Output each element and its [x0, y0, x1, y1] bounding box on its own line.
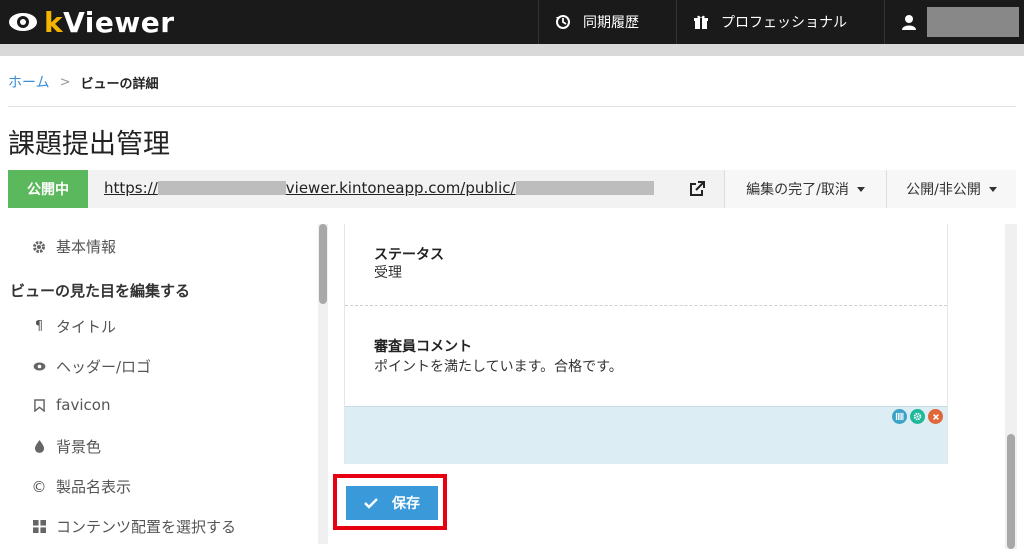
sidebar-item-label: コンテンツ配置を選択する — [56, 518, 237, 536]
save-button-label: 保存 — [392, 496, 420, 512]
sidebar-item-background-color[interactable]: 背景色 — [32, 436, 101, 457]
nav-professional[interactable]: プロフェッショナル — [676, 0, 884, 44]
sidebar-item-label: ヘッダー/ロゴ — [56, 358, 152, 376]
url-redacted-id — [515, 181, 654, 195]
sidebar-item-basic-info[interactable]: 基本情報 — [32, 236, 116, 257]
columns-icon[interactable] — [892, 409, 907, 424]
breadcrumb-divider — [8, 106, 1016, 107]
sidebar-item-label: 背景色 — [56, 438, 102, 456]
nav-sync-history[interactable]: 同期履歴 — [538, 0, 676, 44]
url-middle: viewer.kintoneapp.com/public/ — [285, 179, 516, 197]
sidebar-item-title[interactable]: ¶ タイトル — [32, 316, 116, 337]
breadcrumb-current: ビューの詳細 — [80, 76, 159, 92]
drop-icon — [32, 440, 46, 454]
sidebar-item-label: favicon — [56, 396, 111, 414]
sidebar-item-label: 基本情報 — [56, 238, 117, 256]
nav-divider-bar — [0, 44, 1024, 56]
edit-dropdown-label: 編集の完了/取消 — [746, 182, 849, 198]
sidebar-scrollbar-thumb[interactable] — [319, 224, 327, 304]
copyright-icon: © — [31, 477, 47, 496]
sidebar-item-product-name[interactable]: © 製品名表示 — [31, 476, 132, 497]
settings-sidebar: 基本情報 ビューの見た目を編集する ¶ タイトル ヘッダー/ロゴ favicon… — [0, 224, 318, 549]
breadcrumb-home-link[interactable]: ホーム — [8, 72, 50, 92]
gift-icon — [694, 15, 708, 29]
field-value: 受理 — [374, 265, 402, 281]
url-prefix: https:// — [104, 179, 158, 197]
caret-down-icon — [988, 186, 997, 192]
field-judge-comment[interactable]: 審査員コメント ポイントを満たしています。合格です。 — [345, 306, 947, 406]
publish-toggle-dropdown[interactable]: 公開/非公開 — [886, 170, 1016, 208]
public-url-link[interactable]: https:// viewer.kintoneapp.com/public/ — [104, 179, 654, 197]
sidebar-item-favicon[interactable]: favicon — [32, 396, 110, 414]
caret-down-icon — [856, 186, 865, 192]
field-label: 審査員コメント — [374, 339, 472, 355]
sidebar-item-content-layout[interactable]: コンテンツ配置を選択する — [32, 516, 236, 537]
sidebar-section-heading: ビューの見た目を編集する — [10, 282, 191, 300]
external-link-icon[interactable] — [688, 180, 706, 198]
user-icon — [902, 15, 916, 30]
pilcrow-icon: ¶ — [34, 319, 44, 334]
nav-pro-label: プロフェッショナル — [721, 15, 847, 31]
sidebar-item-label: 製品名表示 — [56, 478, 132, 496]
logo-text: kViewer — [44, 5, 175, 39]
field-label: ステータス — [374, 247, 444, 263]
grid-icon — [32, 520, 46, 534]
main-scrollbar-thumb[interactable] — [1007, 434, 1015, 549]
main-scrollbar[interactable] — [1005, 224, 1017, 549]
breadcrumb: ホーム > ビューの詳細 — [8, 72, 159, 92]
url-redacted-part — [157, 181, 286, 195]
history-icon — [556, 15, 570, 29]
close-icon[interactable] — [928, 409, 943, 424]
save-button[interactable]: 保存 — [346, 486, 438, 520]
settings-gear-icon[interactable] — [910, 409, 925, 424]
sidebar-item-header-logo[interactable]: ヘッダー/ロゴ — [32, 356, 151, 377]
page-title: 課題提出管理 — [8, 129, 170, 160]
gear-icon — [32, 240, 46, 254]
field-status[interactable]: ステータス 受理 — [345, 224, 947, 306]
breadcrumb-separator: > — [59, 74, 71, 90]
eye-logo-icon — [9, 13, 37, 31]
user-name-redacted — [927, 7, 1019, 37]
sidebar-scrollbar[interactable] — [318, 224, 328, 544]
status-badge: 公開中 — [8, 170, 88, 208]
record-preview-panel: ステータス 受理 審査員コメント ポイントを満たしています。合格です。 — [344, 224, 948, 464]
app-logo[interactable]: kViewer — [8, 4, 175, 40]
bookmark-icon — [32, 398, 46, 412]
eye-icon — [32, 360, 46, 374]
nav-user-menu[interactable] — [884, 0, 1024, 44]
check-icon — [364, 498, 378, 509]
field-value: ポイントを満たしています。合格です。 — [374, 359, 623, 375]
public-url-bar: 公開中 https:// viewer.kintoneapp.com/publi… — [8, 170, 1016, 208]
nav-history-label: 同期履歴 — [583, 15, 639, 31]
zone-toolbar — [892, 409, 943, 424]
publish-dropdown-label: 公開/非公開 — [906, 182, 981, 198]
sidebar-item-label: タイトル — [56, 318, 117, 336]
top-navbar: kViewer 同期履歴 プロフェッショナル — [0, 0, 1024, 44]
edit-complete-cancel-dropdown[interactable]: 編集の完了/取消 — [724, 170, 886, 208]
layout-drop-zone[interactable] — [345, 406, 947, 464]
